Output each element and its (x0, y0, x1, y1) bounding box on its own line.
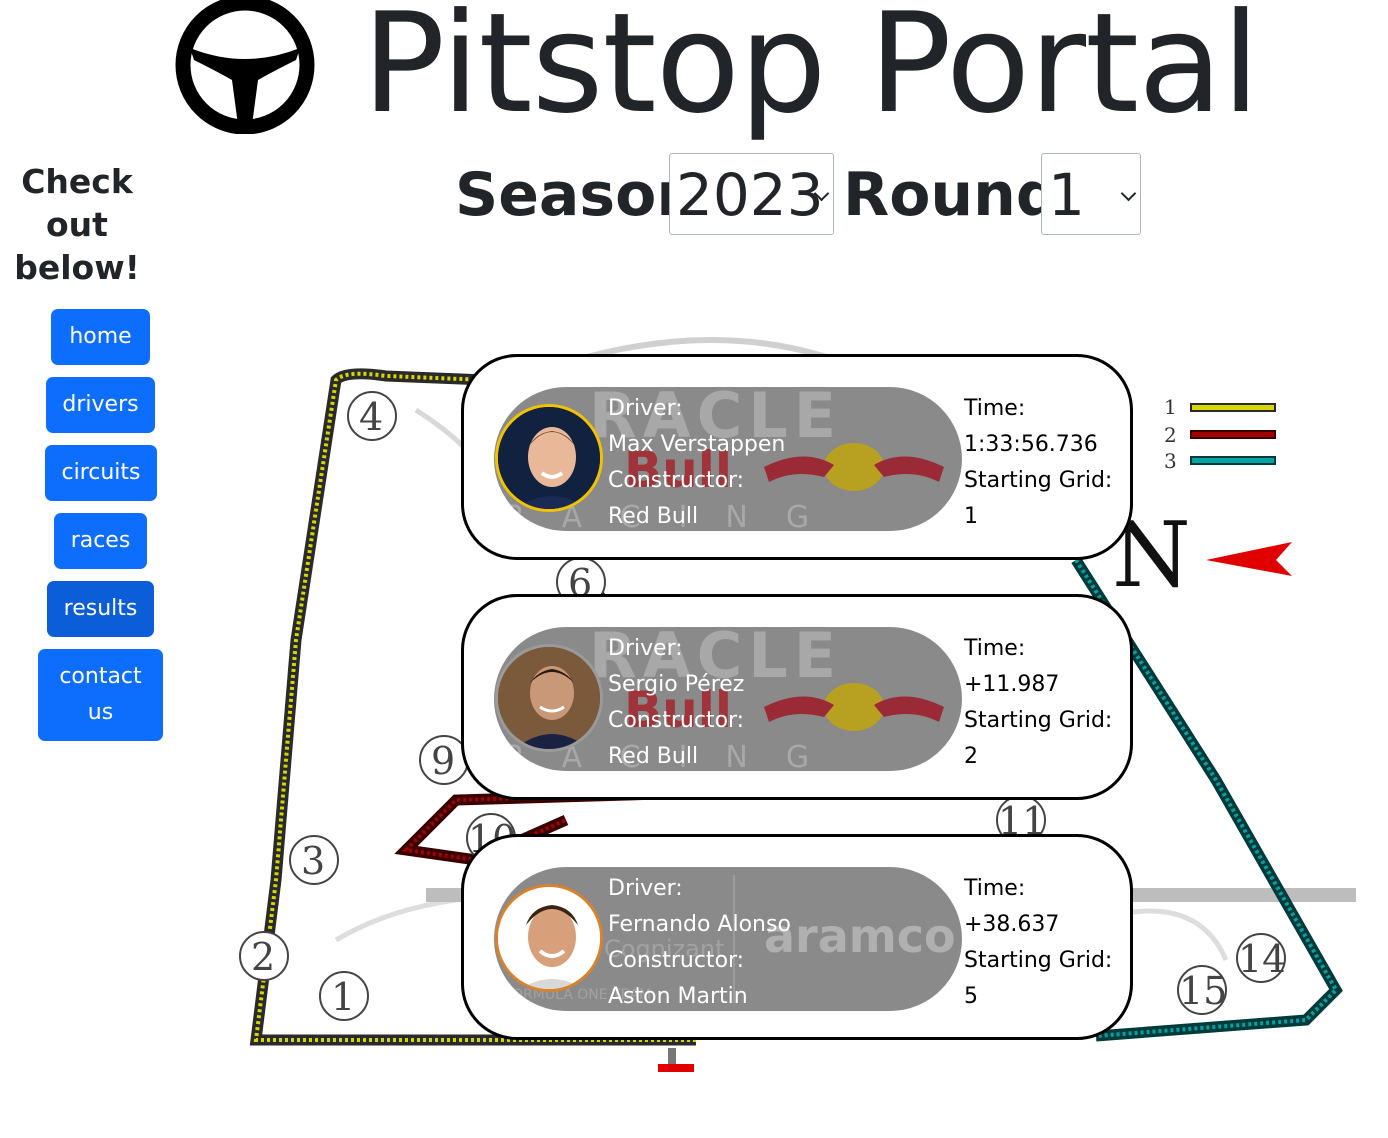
legend-label: 1 (1164, 395, 1177, 419)
driver-avatar (495, 884, 603, 992)
sidebar-heading-line: Check (21, 162, 133, 201)
turn-marker: 14 (1236, 933, 1286, 983)
time-label: Time: (964, 396, 1026, 421)
grid-value: 1 (964, 504, 978, 529)
chevron-down-icon (1120, 185, 1137, 202)
time-label: Time: (964, 876, 1026, 901)
svg-text:15: 15 (1179, 969, 1227, 1013)
season-select-value: 2023 (676, 161, 824, 229)
constructor-name: Aston Martin (608, 984, 748, 1009)
nav-contact-us-button[interactable]: contact us (38, 649, 163, 741)
result-card[interactable]: RACLE Bull RACING Driver: Max Verstappen… (461, 354, 1133, 560)
svg-text:3: 3 (301, 839, 325, 883)
driver-name: Fernando Alonso (608, 912, 791, 937)
turn-marker: 3 (289, 835, 339, 885)
steering-wheel-icon (175, 0, 315, 134)
turn-marker: 1 (319, 971, 369, 1021)
race-stats: Time: +11.987 Starting Grid: 2 (964, 631, 1112, 775)
svg-text:4: 4 (359, 395, 383, 439)
season-select[interactable]: 2023 (669, 153, 834, 235)
time-value: +11.987 (964, 672, 1060, 697)
result-card[interactable]: aramco Cognizant FORMULA ONE TEAM Driver… (461, 834, 1133, 1040)
result-card[interactable]: RACLE Bull RACING Driver: Sergio Pérez C… (461, 594, 1133, 800)
race-stats: Time: 1:33:56.736 Starting Grid: 1 (964, 391, 1112, 535)
sidebar-heading: Check out below! (0, 160, 154, 289)
driver-details: Driver: Sergio Pérez Constructor: Red Bu… (608, 631, 744, 771)
driver-avatar (495, 404, 603, 512)
driver-name: Max Verstappen (608, 432, 786, 457)
grid-value: 2 (964, 744, 978, 769)
driver-details: Driver: Fernando Alonso Constructor: Ast… (608, 871, 791, 1011)
turn-marker: 15 (1177, 965, 1227, 1015)
driver-name: Sergio Pérez (608, 672, 745, 697)
svg-text:aramco: aramco (764, 909, 956, 963)
constructor-name: Red Bull (608, 744, 699, 769)
nav-home-button[interactable]: home (51, 309, 150, 365)
nav-contact-us-line: us (87, 700, 114, 725)
svg-text:9: 9 (431, 739, 455, 783)
constructor-name: Red Bull (608, 504, 699, 529)
svg-text:1: 1 (331, 975, 355, 1019)
grid-label: Starting Grid: (964, 948, 1113, 973)
round-select-value: 1 (1048, 161, 1085, 229)
round-select[interactable]: 1 (1041, 153, 1141, 235)
nav-results-button[interactable]: results (47, 581, 154, 637)
svg-text:2: 2 (251, 935, 275, 979)
legend-label: 3 (1164, 449, 1177, 473)
site-header: Pitstop Portal (0, 0, 1388, 150)
nav-contact-us-line: contact (59, 664, 142, 689)
driver-avatar (495, 644, 603, 752)
driver-info-pill: aramco Cognizant FORMULA ONE TEAM Driver… (494, 867, 962, 1011)
grid-label: Starting Grid: (964, 468, 1113, 493)
legend-label: 2 (1164, 423, 1177, 447)
grid-value: 5 (964, 984, 978, 1009)
time-label: Time: (964, 636, 1026, 661)
time-value: +38.637 (964, 912, 1060, 937)
turn-marker: 2 (239, 931, 289, 981)
driver-label: Driver: (608, 636, 683, 661)
driver-label: Driver: (608, 396, 683, 421)
sidebar-heading-line: out (46, 205, 108, 244)
constructor-label: Constructor: (608, 708, 745, 733)
constructor-label: Constructor: (608, 468, 745, 493)
driver-info-pill: RACLE Bull RACING Driver: Max Verstappen… (494, 387, 962, 531)
grid-label: Starting Grid: (964, 708, 1113, 733)
constructor-label: Constructor: (608, 948, 745, 973)
driver-details: Driver: Max Verstappen Constructor: Red … (608, 391, 785, 531)
site-title: Pitstop Portal (362, 0, 1260, 144)
sidebar-heading-line: below! (14, 248, 140, 287)
time-value: 1:33:56.736 (964, 432, 1098, 457)
nav-circuits-button[interactable]: circuits (45, 445, 157, 501)
north-arrow-icon (1206, 542, 1292, 576)
nav-races-button[interactable]: races (54, 513, 147, 569)
driver-info-pill: RACLE Bull RACING Driver: Sergio Pérez C… (494, 627, 962, 771)
turn-marker: 4 (347, 391, 397, 441)
svg-text:14: 14 (1238, 937, 1286, 981)
race-stats: Time: +38.637 Starting Grid: 5 (964, 871, 1112, 1015)
nav-drivers-button[interactable]: drivers (46, 377, 155, 433)
driver-label: Driver: (608, 876, 683, 901)
